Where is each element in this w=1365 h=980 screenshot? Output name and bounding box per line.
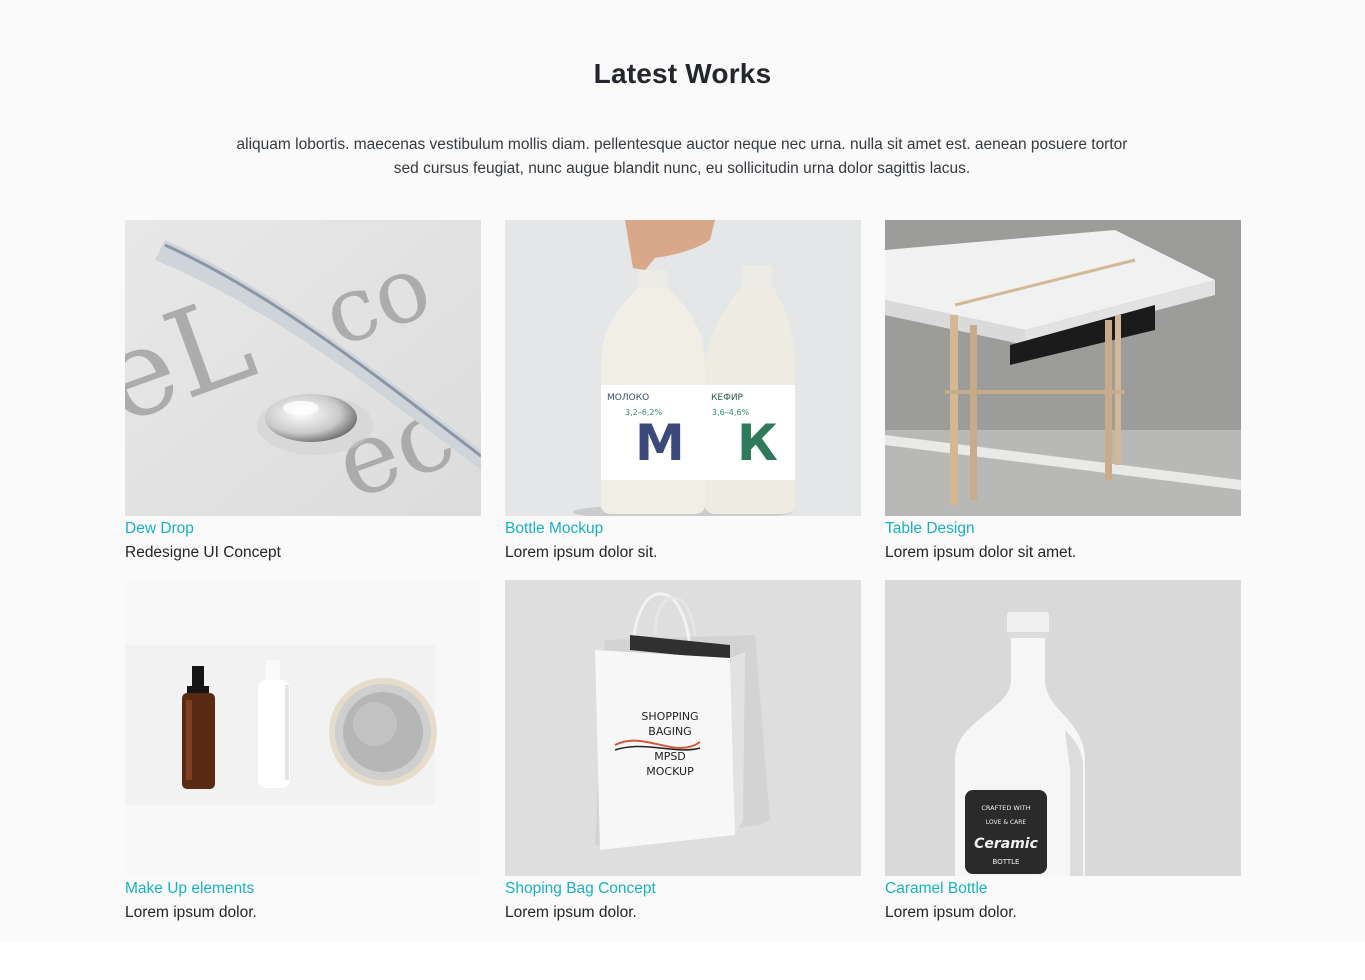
work-title-link[interactable]: Make Up elements <box>125 879 481 899</box>
svg-text:LOVE & CARE: LOVE & CARE <box>986 819 1027 826</box>
bottle-mockup-image[interactable]: МОЛОКО 3,2–6,2% М КЕФИР 3,6–4,6% К <box>505 220 861 516</box>
work-title-link[interactable]: Shoping Bag Concept <box>505 879 861 899</box>
svg-text:SHOPPING: SHOPPING <box>641 710 698 723</box>
work-card: eL co ec Dew Drop Redesigne UI Concept <box>125 220 481 563</box>
ceramic-bottle-photo: CRAFTED WITH LOVE & CARE Ceramic BOTTLE <box>885 580 1241 876</box>
caramel-bottle-image[interactable]: CRAFTED WITH LOVE & CARE Ceramic BOTTLE <box>885 580 1241 876</box>
dew-drop-image[interactable]: eL co ec <box>125 220 481 516</box>
work-card: МОЛОКО 3,2–6,2% М КЕФИР 3,6–4,6% К Bottl… <box>505 220 861 563</box>
white-table-photo <box>885 220 1241 516</box>
shopping-bag-photo: SHOPPING BAGING MPSD MOCKUP <box>505 580 861 876</box>
work-title-link[interactable]: Bottle Mockup <box>505 519 861 539</box>
svg-text:BAGING: BAGING <box>648 725 691 738</box>
table-design-image[interactable] <box>885 220 1241 516</box>
milk-bottles-photo: МОЛОКО 3,2–6,2% М КЕФИР 3,6–4,6% К <box>505 220 861 516</box>
svg-text:BOTTLE: BOTTLE <box>993 858 1020 866</box>
svg-text:М: М <box>635 414 685 472</box>
work-title-link[interactable]: Table Design <box>885 519 1241 539</box>
section-title: Latest Works <box>593 58 772 89</box>
work-subtitle: Lorem ipsum dolor. <box>125 904 257 921</box>
work-title-link[interactable]: Caramel Bottle <box>885 879 1241 899</box>
work-subtitle: Lorem ipsum dolor sit. <box>505 544 658 561</box>
work-card: SHOPPING BAGING MPSD MOCKUP Shoping Bag … <box>505 580 861 923</box>
work-card: Make Up elements Lorem ipsum dolor. <box>125 580 481 923</box>
work-subtitle: Lorem ipsum dolor sit amet. <box>885 544 1077 561</box>
label-text: МОЛОКО <box>607 393 649 403</box>
work-title-link[interactable]: Dew Drop <box>125 519 481 539</box>
svg-text:КЕФИР: КЕФИР <box>711 393 744 403</box>
section-description: aliquam lobortis. maecenas vestibulum mo… <box>236 136 1128 177</box>
shopping-bag-image[interactable]: SHOPPING BAGING MPSD MOCKUP <box>505 580 861 876</box>
latest-works-section: Latest Works aliquam lobortis. maecenas … <box>0 0 1365 941</box>
svg-text:Ceramic: Ceramic <box>974 836 1039 852</box>
work-card: CRAFTED WITH LOVE & CARE Ceramic BOTTLE … <box>885 580 1241 923</box>
makeup-image[interactable] <box>125 580 481 876</box>
work-subtitle: Lorem ipsum dolor. <box>885 904 1017 921</box>
svg-text:К: К <box>737 414 778 472</box>
svg-text:MPSD: MPSD <box>654 750 686 763</box>
water-drop-photo: eL co ec <box>125 220 481 516</box>
work-subtitle: Redesigne UI Concept <box>125 544 281 561</box>
svg-text:CRAFTED WITH: CRAFTED WITH <box>981 804 1030 812</box>
work-subtitle: Lorem ipsum dolor. <box>505 904 637 921</box>
cosmetics-photo <box>125 580 481 876</box>
svg-text:MOCKUP: MOCKUP <box>646 765 694 778</box>
work-card: Table Design Lorem ipsum dolor sit amet. <box>885 220 1241 563</box>
